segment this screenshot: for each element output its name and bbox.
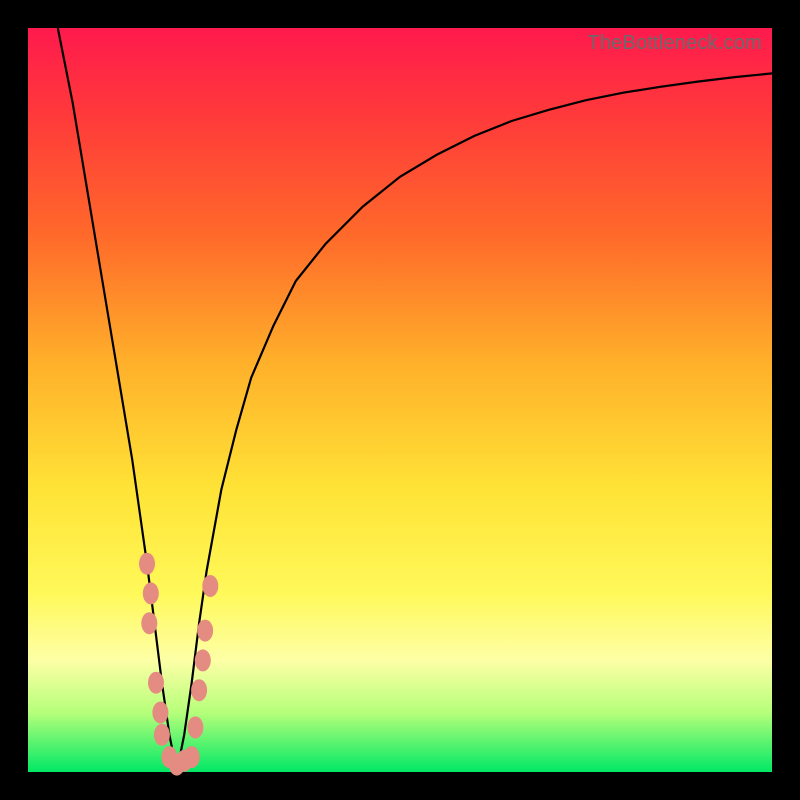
data-point [143, 582, 159, 604]
data-point [191, 679, 207, 701]
data-point [184, 746, 200, 768]
data-point [152, 702, 168, 724]
data-point [187, 716, 203, 738]
data-points-group [139, 553, 218, 776]
data-point [139, 553, 155, 575]
chart-frame: TheBottleneck.com [0, 0, 800, 800]
data-point [197, 620, 213, 642]
chart-plot-area: TheBottleneck.com [28, 28, 772, 772]
data-point [141, 612, 157, 634]
bottleneck-curve-path [58, 28, 772, 772]
data-point [148, 672, 164, 694]
data-point [202, 575, 218, 597]
data-point [195, 649, 211, 671]
bottleneck-curve-svg [28, 28, 772, 772]
data-point [154, 724, 170, 746]
